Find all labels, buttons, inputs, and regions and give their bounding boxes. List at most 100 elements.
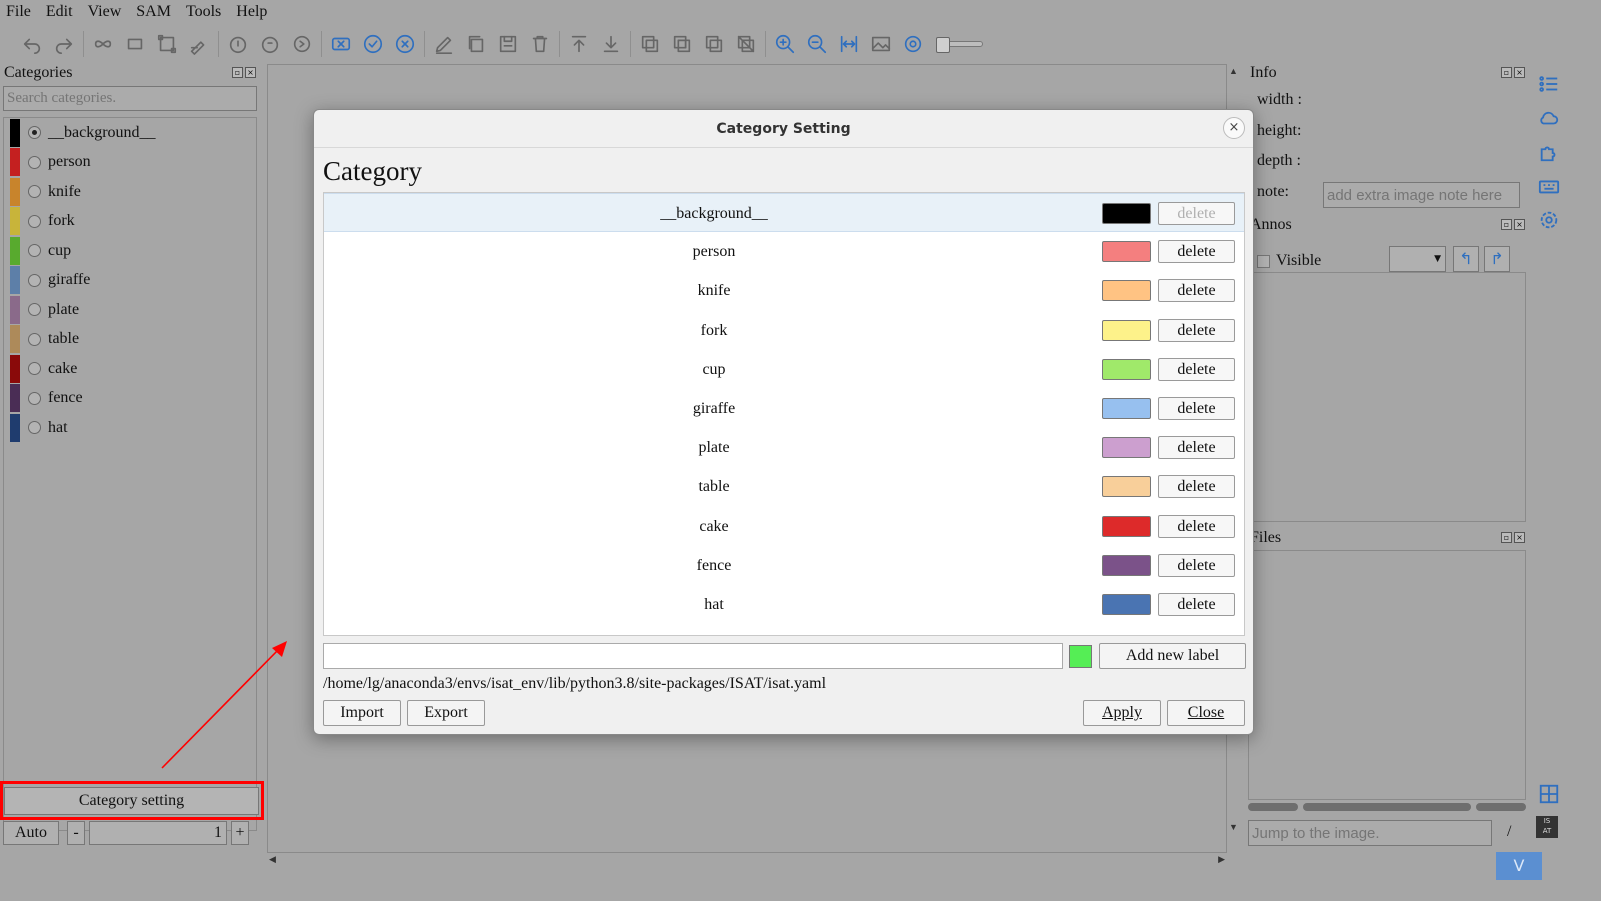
category-item[interactable]: fork xyxy=(4,207,256,237)
cloud-icon[interactable] xyxy=(1535,104,1563,132)
category-table-row[interactable]: plate delete xyxy=(324,428,1244,467)
new-label-input[interactable] xyxy=(323,643,1063,669)
files-list[interactable] xyxy=(1248,550,1526,800)
category-radio[interactable] xyxy=(28,332,41,346)
category-name[interactable]: giraffe xyxy=(324,389,1104,428)
import-button[interactable]: Import xyxy=(323,700,401,726)
float-icon[interactable]: ▫ xyxy=(1501,532,1512,543)
category-color-button[interactable] xyxy=(1102,241,1151,263)
category-item[interactable]: table xyxy=(4,325,256,355)
rectangle-icon[interactable] xyxy=(119,28,151,60)
undo-icon[interactable] xyxy=(16,28,48,60)
category-name[interactable]: table xyxy=(324,467,1104,506)
repeat-icon[interactable] xyxy=(286,28,318,60)
to-bottom-icon[interactable] xyxy=(595,28,627,60)
category-color-button[interactable] xyxy=(1102,280,1151,302)
category-color-button[interactable] xyxy=(1102,398,1151,419)
delete-button[interactable]: delete xyxy=(1158,240,1235,264)
category-color-button[interactable] xyxy=(1102,515,1151,537)
category-item[interactable]: cup xyxy=(4,236,256,266)
redo-icon[interactable] xyxy=(48,28,80,60)
category-color-button[interactable] xyxy=(1102,476,1151,498)
close-button[interactable]: Close xyxy=(1167,700,1245,726)
v-button[interactable]: V xyxy=(1496,852,1542,880)
dialog-close-icon[interactable]: × xyxy=(1223,117,1245,139)
search-categories-input[interactable] xyxy=(3,86,257,111)
category-item[interactable]: knife xyxy=(4,177,256,207)
category-name[interactable]: cup xyxy=(324,350,1104,389)
menu-file[interactable]: File xyxy=(6,3,31,21)
scroll-right-icon[interactable]: ▶ xyxy=(1218,854,1225,865)
category-item[interactable]: giraffe xyxy=(4,266,256,296)
copy-icon[interactable] xyxy=(460,28,492,60)
menu-tools[interactable]: Tools xyxy=(186,3,221,21)
category-name[interactable]: fork xyxy=(324,311,1104,350)
to-top-icon[interactable] xyxy=(563,28,595,60)
category-item[interactable]: cake xyxy=(4,354,256,384)
category-item[interactable]: person xyxy=(4,148,256,178)
next-anno-icon[interactable]: ↱ xyxy=(1484,246,1510,272)
float-icon[interactable]: ▫ xyxy=(232,67,243,78)
float-icon[interactable]: ▫ xyxy=(1501,67,1512,78)
plugin-icon[interactable] xyxy=(1535,138,1563,166)
eye-icon[interactable] xyxy=(897,28,929,60)
category-radio[interactable] xyxy=(28,391,41,405)
delete-button[interactable]: delete xyxy=(1158,475,1235,499)
bbox-icon[interactable] xyxy=(151,28,183,60)
export-button[interactable]: Export xyxy=(407,700,485,726)
fit-icon[interactable] xyxy=(833,28,865,60)
delete-button[interactable]: delete xyxy=(1158,357,1235,381)
category-table-row[interactable]: knife delete xyxy=(324,271,1244,310)
draw-icon[interactable] xyxy=(183,28,215,60)
category-name[interactable]: person xyxy=(324,232,1104,271)
group-value[interactable]: 1 xyxy=(89,821,227,845)
category-name[interactable]: hat xyxy=(324,585,1104,624)
delete-button[interactable]: delete xyxy=(1158,436,1235,460)
category-name[interactable]: __background__ xyxy=(324,194,1104,233)
delete-button[interactable]: delete xyxy=(1158,397,1235,420)
close-dock-icon[interactable]: × xyxy=(1514,532,1525,543)
settings-icon[interactable] xyxy=(1535,206,1563,234)
category-radio[interactable] xyxy=(28,303,41,317)
apply-button[interactable]: Apply xyxy=(1083,700,1161,726)
category-name[interactable]: plate xyxy=(324,428,1104,467)
category-table-row[interactable]: cake delete xyxy=(324,507,1244,546)
close-dock-icon[interactable]: × xyxy=(1514,67,1525,78)
opacity-slider[interactable] xyxy=(936,37,983,53)
zoom-in-icon[interactable] xyxy=(769,28,801,60)
menu-sam[interactable]: SAM xyxy=(136,3,171,21)
category-radio[interactable] xyxy=(28,362,41,376)
category-radio[interactable] xyxy=(28,214,41,228)
jump-to-image-input[interactable] xyxy=(1248,820,1492,846)
category-table-row[interactable]: __background__ delete xyxy=(324,193,1244,232)
category-radio[interactable] xyxy=(28,155,41,169)
category-name[interactable]: knife xyxy=(324,271,1104,310)
keyboard-icon[interactable] xyxy=(1535,172,1563,200)
minus-button[interactable]: - xyxy=(67,821,85,845)
add-new-label-button[interactable]: Add new label xyxy=(1099,643,1246,669)
category-table-row[interactable]: giraffe delete xyxy=(324,389,1244,428)
category-name[interactable]: cake xyxy=(324,507,1104,546)
category-table-row[interactable]: hat delete xyxy=(324,585,1244,624)
scroll-left-icon[interactable]: ◀ xyxy=(269,854,276,865)
visible-toggle[interactable]: Visible xyxy=(1257,252,1321,270)
category-table-row[interactable]: fence delete xyxy=(324,546,1244,585)
category-radio[interactable] xyxy=(28,244,41,258)
cancel-icon[interactable] xyxy=(325,28,357,60)
category-color-button[interactable] xyxy=(1102,437,1151,459)
category-item[interactable]: __background__ xyxy=(4,118,256,148)
plus-button[interactable]: + xyxy=(231,821,249,845)
delete-button[interactable]: delete xyxy=(1158,279,1235,303)
category-item[interactable]: hat xyxy=(4,413,256,443)
rotate-left-icon[interactable] xyxy=(222,28,254,60)
note-input[interactable] xyxy=(1323,182,1520,208)
delete-button[interactable]: delete xyxy=(1158,593,1235,616)
layer-d-icon[interactable] xyxy=(730,28,762,60)
menu-view[interactable]: View xyxy=(88,3,122,21)
menu-edit[interactable]: Edit xyxy=(46,3,73,21)
category-color-button[interactable] xyxy=(1102,203,1151,224)
new-label-color-button[interactable] xyxy=(1069,645,1092,668)
category-name[interactable]: fence xyxy=(324,546,1104,585)
annos-list[interactable] xyxy=(1248,272,1526,522)
scroll-down-icon[interactable]: ▼ xyxy=(1227,822,1240,832)
